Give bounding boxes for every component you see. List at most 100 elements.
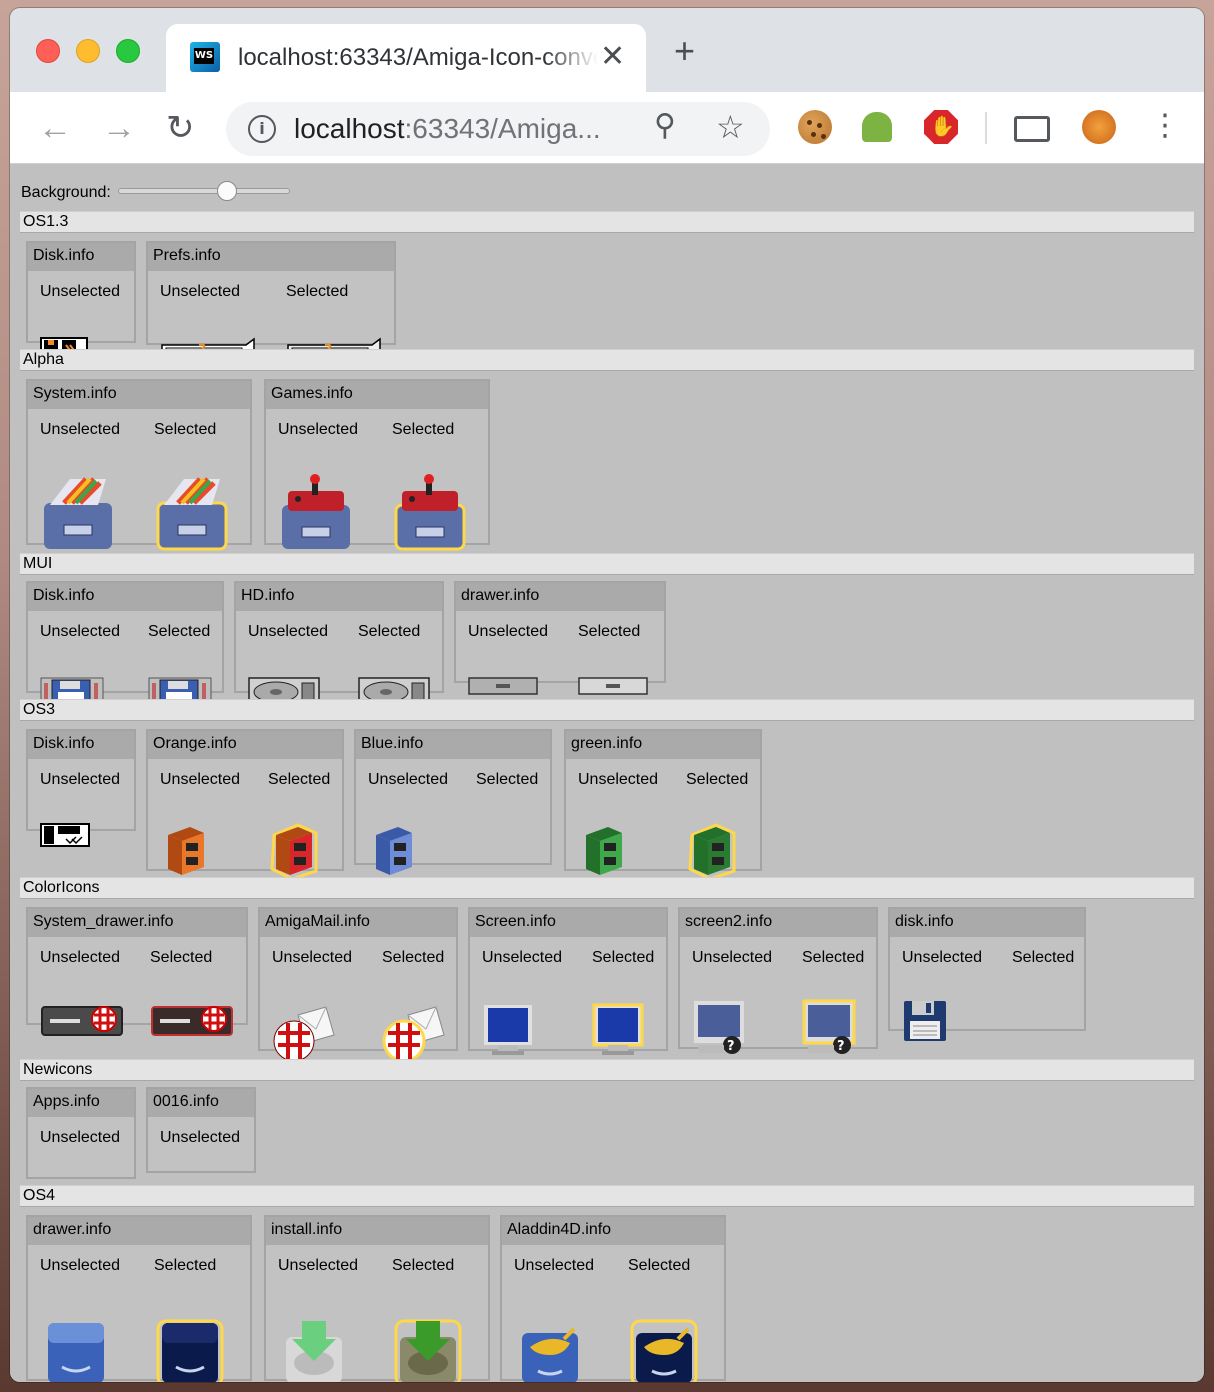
selected-label: Selected <box>802 949 865 966</box>
green-icon[interactable] <box>578 823 630 884</box>
unselected-label: Unselected <box>40 421 121 438</box>
unselected-column: Unselected <box>40 283 121 355</box>
install-icon[interactable] <box>278 1317 350 1382</box>
unselected-label: Unselected <box>482 949 563 966</box>
new-tab-button[interactable]: + <box>674 33 695 69</box>
background-label: Background: <box>21 184 111 201</box>
icon-card: 0016.info Unselected <box>146 1087 256 1196</box>
zoom-icon[interactable]: ⚲ <box>654 108 676 143</box>
sysdrawer-icon[interactable] <box>154 473 230 558</box>
unselected-label: Unselected <box>40 283 121 300</box>
unselected-column: Unselected <box>514 1257 594 1382</box>
unselected-label: Unselected <box>160 771 241 788</box>
selected-column: Selected <box>628 1257 698 1382</box>
unselected-label: Unselected <box>272 949 353 966</box>
selected-label: Selected <box>358 623 421 640</box>
orange-icon[interactable] <box>268 823 320 884</box>
adblock-extension-icon[interactable] <box>924 110 958 144</box>
svg-text:?: ? <box>727 1039 735 1054</box>
screen-icon[interactable] <box>482 1003 534 1064</box>
android-extension-icon[interactable] <box>862 112 892 142</box>
blue-icon[interactable] <box>368 823 412 882</box>
unselected-column: Unselected <box>40 1257 120 1382</box>
selected-label: Selected <box>686 771 749 788</box>
sysdraw2-icon[interactable] <box>40 1001 124 1042</box>
back-arrow-icon[interactable]: ← <box>38 108 72 148</box>
aladdin-icon[interactable] <box>628 1317 700 1382</box>
card-title: Prefs.info <box>148 243 394 271</box>
selected-label: Selected <box>382 949 445 966</box>
tab-title: localhost:63343/Amiga-Icon-converter <box>238 44 598 71</box>
selected-column: Selected <box>154 1257 224 1382</box>
icon-card: Games.info Unselected Selected <box>264 379 490 551</box>
os3disk-icon[interactable] <box>40 823 90 852</box>
address-bar[interactable]: i localhost:63343/Amiga... ⚲ ☆ <box>226 102 770 156</box>
unselected-column: Unselected? <box>160 283 255 358</box>
selected-column: Selected <box>592 949 654 1055</box>
icon-card: Screen.info Unselected Selected <box>468 907 668 1055</box>
unselected-column: Unselected <box>40 421 121 549</box>
unselected-label: Unselected <box>692 949 773 966</box>
card-title: Disk.info <box>28 731 134 759</box>
orange-icon[interactable] <box>160 823 212 884</box>
reload-icon[interactable]: ↻ <box>166 108 195 148</box>
unselected-column: Unselected <box>40 623 120 705</box>
maximize-window-button[interactable] <box>116 39 140 63</box>
screen2-icon[interactable]: ? <box>692 999 748 1064</box>
sysdrawer-icon[interactable] <box>40 473 116 558</box>
games-icon[interactable] <box>392 473 468 558</box>
cast-icon[interactable] <box>1014 116 1050 142</box>
icon-card: Aladdin4D.info Unselected Selected <box>500 1215 726 1382</box>
selected-column: Selected <box>392 1257 462 1382</box>
install-icon[interactable] <box>392 1317 464 1382</box>
selected-label: Selected <box>154 1257 217 1274</box>
section-header: ColorIcons <box>20 877 1194 899</box>
mail-icon[interactable] <box>272 1001 336 1068</box>
url-text[interactable]: localhost:63343/Amiga... <box>294 113 601 145</box>
unselected-column: Unselected <box>248 623 328 707</box>
slider-thumb[interactable] <box>216 181 237 201</box>
floppy-icon[interactable] <box>902 999 948 1048</box>
bookmark-star-icon[interactable]: ☆ <box>716 108 745 146</box>
os4drawer-icon[interactable] <box>40 1317 112 1382</box>
card-title: System.info <box>28 381 250 409</box>
green-icon[interactable] <box>686 823 738 884</box>
browser-tab[interactable]: localhost:63343/Amiga-Icon-converter ✕ <box>166 24 646 92</box>
browser-menu-icon[interactable]: ⋮ <box>1150 106 1180 146</box>
card-title: drawer.info <box>28 1217 250 1245</box>
background-slider[interactable] <box>118 181 290 201</box>
dragon-extension-icon[interactable] <box>1082 110 1116 144</box>
sysdraw2-icon[interactable] <box>150 1001 234 1042</box>
icon-card: green.info Unselected Selected <box>564 729 762 881</box>
cookie-extension-icon[interactable] <box>798 110 832 144</box>
icon-card: Prefs.info Unselected? Selected? <box>146 241 396 358</box>
screen2-icon[interactable]: ? <box>802 999 858 1064</box>
os4drawer-icon[interactable] <box>154 1317 226 1382</box>
selected-column: Selected <box>1012 949 1074 967</box>
card-title: Apps.info <box>28 1089 134 1117</box>
selected-column: Selected <box>148 623 212 705</box>
mail-icon[interactable] <box>382 1001 446 1068</box>
card-title: green.info <box>566 731 760 759</box>
url-path: :63343/Amiga... <box>404 113 601 144</box>
selected-column: Selected <box>476 771 538 789</box>
unselected-column: Unselected <box>278 1257 358 1382</box>
minimize-window-button[interactable] <box>76 39 100 63</box>
unselected-label: Unselected <box>902 949 983 966</box>
unselected-label: Unselected <box>40 1129 121 1146</box>
aladdin-icon[interactable] <box>514 1317 586 1382</box>
selected-label: Selected <box>1012 949 1075 966</box>
forward-arrow-icon[interactable]: → <box>102 108 136 148</box>
close-window-button[interactable] <box>36 39 60 63</box>
tab-close-icon[interactable]: ✕ <box>600 40 625 74</box>
games-icon[interactable] <box>278 473 354 558</box>
screen-icon[interactable] <box>592 1003 644 1064</box>
section-header: OS4 <box>20 1185 1194 1207</box>
card-title: Orange.info <box>148 731 342 759</box>
info-icon[interactable]: i <box>248 115 276 143</box>
muidrawer-icon[interactable] <box>468 677 538 700</box>
unselected-column: Unselected <box>160 771 241 875</box>
unselected-label: Unselected <box>278 421 359 438</box>
browser-toolbar: ← → ↻ i localhost:63343/Amiga... ⚲ ☆ ⋮ <box>10 92 1204 164</box>
muidrawer-icon[interactable] <box>578 677 648 700</box>
